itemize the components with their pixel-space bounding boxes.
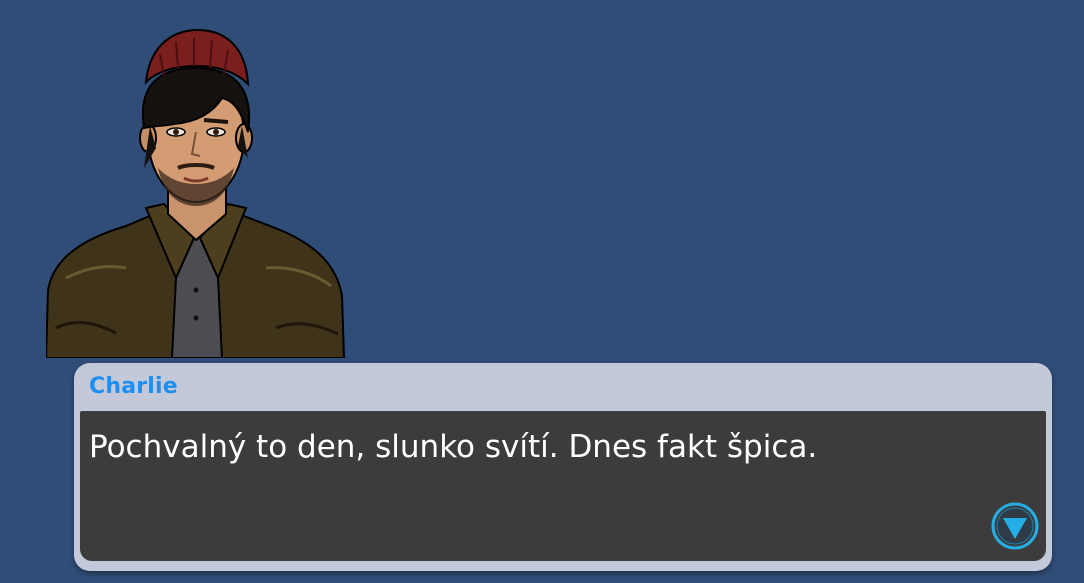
dialog-body[interactable]: Pochvalný to den, slunko svítí. Dnes fak… [80, 411, 1046, 561]
game-scene: Charlie Pochvalný to den, slunko svítí. … [0, 0, 1084, 583]
character-portrait [46, 28, 346, 358]
dialog-box: Charlie Pochvalný to den, slunko svítí. … [74, 363, 1052, 571]
triangle-down-icon [991, 502, 1039, 550]
character-portrait-art [46, 28, 346, 358]
speaker-name: Charlie [89, 374, 178, 399]
advance-button[interactable] [990, 501, 1040, 551]
dialog-text: Pochvalný to den, slunko svítí. Dnes fak… [89, 429, 818, 465]
